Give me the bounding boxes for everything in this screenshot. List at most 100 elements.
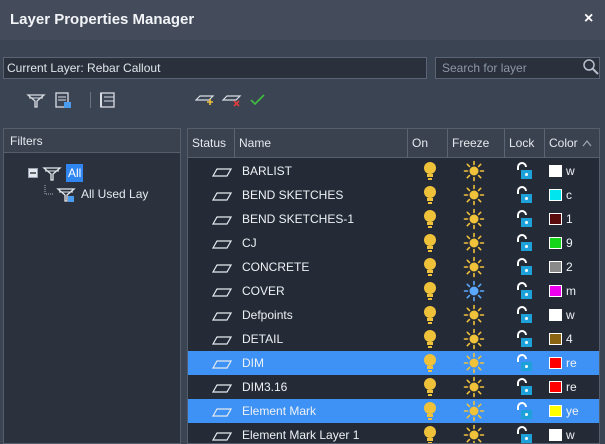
lightbulb-icon[interactable] <box>420 160 440 182</box>
color-swatch[interactable] <box>549 261 562 273</box>
layer-status-icon <box>212 192 232 201</box>
layer-status-icon <box>212 312 232 321</box>
filter-tree-all-used[interactable]: All Used Lay <box>44 185 180 203</box>
new-property-filter-icon[interactable] <box>26 91 46 109</box>
color-swatch[interactable] <box>549 381 562 393</box>
layer-row[interactable]: CJ 9 <box>188 231 599 255</box>
color-name: re <box>566 356 577 370</box>
color-swatch[interactable] <box>549 165 562 177</box>
toolbar-separator <box>90 92 91 108</box>
unlock-icon[interactable] <box>513 233 535 253</box>
column-lock[interactable]: Lock <box>505 129 545 158</box>
layer-states-manager-icon[interactable] <box>98 91 118 109</box>
sun-icon[interactable] <box>463 424 485 444</box>
close-button[interactable]: × <box>584 11 593 27</box>
unlock-icon[interactable] <box>513 329 535 349</box>
unlock-icon[interactable] <box>513 161 535 181</box>
unlock-icon[interactable] <box>513 305 535 325</box>
lightbulb-icon[interactable] <box>420 352 440 374</box>
sun-icon[interactable] <box>463 232 485 254</box>
column-name[interactable]: Name <box>235 129 408 158</box>
collapse-icon[interactable] <box>28 168 38 178</box>
sun-icon[interactable] <box>463 352 485 374</box>
layer-row[interactable]: BEND SKETCHES c <box>188 183 599 207</box>
layer-row[interactable]: BEND SKETCHES-1 1 <box>188 207 599 231</box>
layer-row[interactable]: CONCRETE 2 <box>188 255 599 279</box>
set-current-icon[interactable] <box>248 91 268 109</box>
layer-row[interactable]: BARLIST w <box>188 159 599 183</box>
column-color[interactable]: Color <box>545 129 579 158</box>
sun-icon[interactable] <box>463 160 485 182</box>
layer-name: Element Mark <box>242 404 317 418</box>
color-swatch[interactable] <box>549 309 562 321</box>
sun-icon[interactable] <box>463 304 485 326</box>
column-status[interactable]: Status <box>188 129 235 158</box>
sun-icon[interactable] <box>463 328 485 350</box>
lightbulb-icon[interactable] <box>420 328 440 350</box>
filter-all-label: All <box>66 164 84 182</box>
lightbulb-icon[interactable] <box>420 376 440 398</box>
lightbulb-icon[interactable] <box>420 208 440 230</box>
lightbulb-icon[interactable] <box>420 184 440 206</box>
lightbulb-icon[interactable] <box>420 400 440 422</box>
color-swatch[interactable] <box>549 285 562 297</box>
lightbulb-icon[interactable] <box>420 304 440 326</box>
color-swatch[interactable] <box>549 237 562 249</box>
color-swatch[interactable] <box>549 333 562 345</box>
color-swatch[interactable] <box>549 357 562 369</box>
column-freeze[interactable]: Freeze <box>448 129 505 158</box>
layer-row[interactable]: COVER m <box>188 279 599 303</box>
current-layer-display: Current Layer: Rebar Callout <box>3 57 427 79</box>
search-icon[interactable] <box>582 58 600 76</box>
layer-row[interactable]: Element Mark ye <box>188 399 599 423</box>
layer-name: DIM <box>242 356 264 370</box>
unlock-icon[interactable] <box>513 257 535 277</box>
layer-status-icon <box>212 408 232 417</box>
color-swatch[interactable] <box>549 429 562 441</box>
sun-icon[interactable] <box>463 184 485 206</box>
layer-name: DETAIL <box>242 332 284 346</box>
filter-all-used-label: All Used Lay <box>81 187 149 201</box>
layer-row[interactable]: DETAIL 4 <box>188 327 599 351</box>
lightbulb-icon[interactable] <box>420 424 440 444</box>
new-layer-icon[interactable] <box>195 91 215 109</box>
color-name: re <box>566 380 577 394</box>
layer-name: Element Mark Layer 1 <box>242 428 360 442</box>
layer-status-icon <box>212 336 232 345</box>
lightbulb-icon[interactable] <box>420 256 440 278</box>
layer-row[interactable]: Defpoints w <box>188 303 599 327</box>
used-filter-icon <box>56 188 76 202</box>
unlock-icon[interactable] <box>513 377 535 397</box>
sun-icon[interactable] <box>463 256 485 278</box>
unlock-icon[interactable] <box>513 281 535 301</box>
layer-name: COVER <box>242 284 285 298</box>
lightbulb-icon[interactable] <box>420 280 440 302</box>
new-group-filter-icon[interactable] <box>53 91 73 109</box>
color-name: w <box>566 428 575 442</box>
layer-row[interactable]: DIM3.16 re <box>188 375 599 399</box>
delete-layer-icon[interactable] <box>222 91 242 109</box>
color-swatch[interactable] <box>549 213 562 225</box>
color-name: 2 <box>566 260 573 274</box>
layer-status-icon <box>212 168 232 177</box>
unlock-icon[interactable] <box>513 425 535 444</box>
column-on[interactable]: On <box>408 129 448 158</box>
layer-row[interactable]: DIM re <box>188 351 599 375</box>
unlock-icon[interactable] <box>513 185 535 205</box>
sun-icon[interactable] <box>463 376 485 398</box>
sun-icon[interactable] <box>463 400 485 422</box>
layer-status-icon <box>212 240 232 249</box>
color-name: w <box>566 308 575 322</box>
scroll-up-icon[interactable] <box>582 139 592 147</box>
snowflake-icon[interactable] <box>463 280 485 302</box>
layer-status-icon <box>212 264 232 273</box>
layer-row[interactable]: Element Mark Layer 1 w <box>188 423 599 444</box>
color-swatch[interactable] <box>549 189 562 201</box>
unlock-icon[interactable] <box>513 353 535 373</box>
search-input[interactable]: Search for layer <box>435 57 600 79</box>
sun-icon[interactable] <box>463 208 485 230</box>
color-swatch[interactable] <box>549 405 562 417</box>
unlock-icon[interactable] <box>513 401 535 421</box>
unlock-icon[interactable] <box>513 209 535 229</box>
lightbulb-icon[interactable] <box>420 232 440 254</box>
